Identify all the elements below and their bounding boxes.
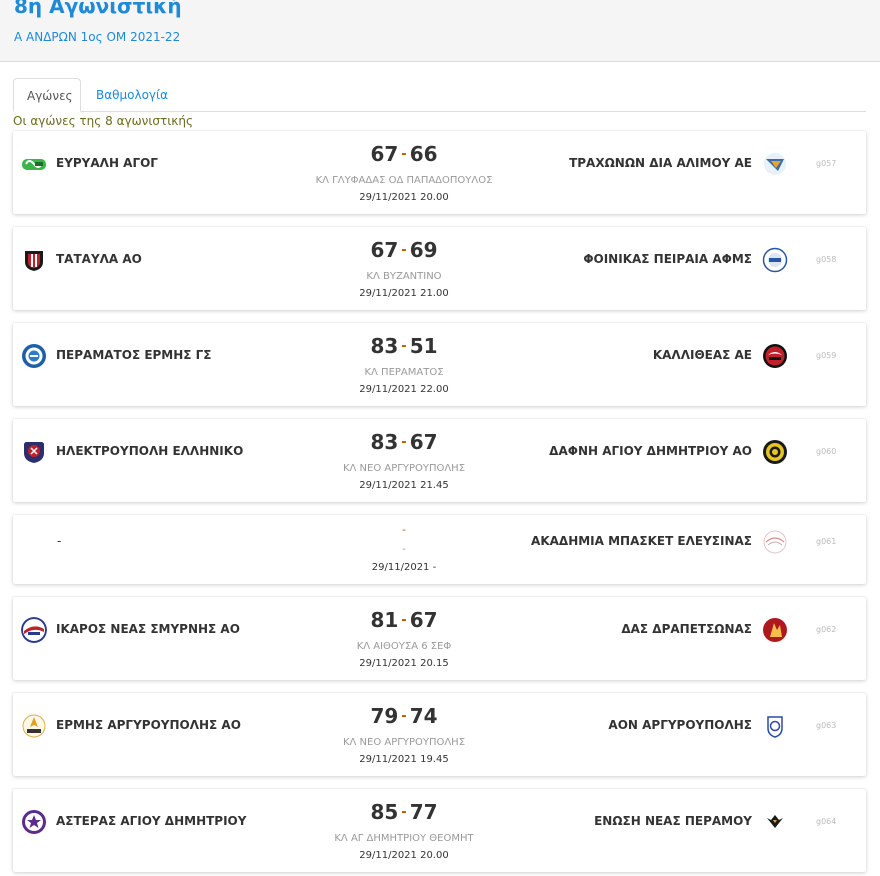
away-team-name[interactable]: ΦΟΙΝΙΚΑΣ ΠΕΙΡΑΙΑ ΑΦΜΣ	[583, 252, 752, 266]
score-separator: -	[401, 339, 407, 354]
away-score: 51	[409, 334, 438, 358]
away-team-name[interactable]: ΔΑΦΝΗ ΑΓΙΟΥ ΔΗΜΗΤΡΙΟΥ ΑΟ	[549, 444, 752, 458]
away-score: 67	[409, 430, 438, 454]
home-team-logo	[21, 713, 47, 739]
game-code: g059	[816, 351, 837, 360]
venue: ΚΛ ΝΕΟ ΑΡΓΥΡΟΥΠΟΛΗΣ	[342, 737, 466, 748]
venue: ΚΛ ΑΙΘΟΥΣΑ 6 ΣΕΦ	[356, 641, 452, 652]
home-team-logo	[21, 247, 47, 273]
home-team-logo	[21, 343, 47, 369]
away-score: 77	[409, 800, 438, 824]
home-team-logo	[21, 809, 47, 835]
game-datetime: 29/11/2021 21.00	[359, 288, 449, 299]
score: 83-67	[304, 430, 504, 454]
away-team-name[interactable]: ΔΑΣ ΔΡΑΠΕΤΣΩΝΑΣ	[621, 622, 752, 636]
away-team-name[interactable]: ΑΚΑΔΗΜΙΑ ΜΠΑΣΚΕΤ ΕΛΕΥΣΙΝΑΣ	[531, 534, 752, 548]
away-team-logo	[762, 247, 788, 273]
away-team-name[interactable]: ΚΑΛΛΙΘΕΑΣ ΑΕ	[653, 348, 752, 362]
score-separator: -	[401, 435, 407, 450]
game-card[interactable]: ΠΕΡΑΜΑΤΟΣ ΕΡΜΗΣ ΓΣ 83-51 ΚΛ ΠΕΡΑΜΑΤΟΣ 29/11…	[13, 323, 866, 406]
away-team-name[interactable]: ΕΝΩΣΗ ΝΕΑΣ ΠΕΡΑΜΟΥ	[594, 814, 752, 828]
home-team-name[interactable]: ΕΡΜΗΣ ΑΡΓΥΡΟΥΠΟΛΗΣ ΑΟ	[56, 718, 241, 732]
venue: ΚΛ ΠΕΡΑΜΑΤΟΣ	[364, 367, 444, 378]
score: 79-74	[304, 704, 504, 728]
away-score: 74	[409, 704, 438, 728]
game-datetime: 29/11/2021 22.00	[359, 384, 449, 395]
away-score: 67	[409, 608, 438, 632]
venue: ΚΛ ΓΛΥΦΑΔΑΣ ΟΔ ΠΑΠΑΔΟΠΟΥΛΟΣ	[315, 175, 493, 186]
home-team-name[interactable]: ΕΥΡΥΑΛΗ ΑΓΟΓ	[56, 156, 158, 170]
venue: ΚΛ ΝΕΟ ΑΡΓΥΡΟΥΠΟΛΗΣ	[342, 463, 466, 474]
game-datetime: 29/11/2021 20.15	[359, 658, 449, 669]
score-separator: -	[401, 243, 407, 258]
home-team-name[interactable]: ΠΕΡΑΜΑΤΟΣ ΕΡΜΗΣ ΓΣ	[56, 348, 212, 362]
games-list: ΕΥΡΥΑΛΗ ΑΓΟΓ 67-66 ΚΛ ΓΛΥΦΑΔΑΣ ΟΔ ΠΑΠΑΔΟΠΟ…	[0, 0, 880, 876]
home-team-name[interactable]: ΑΣΤΕΡΑΣ ΑΓΙΟΥ ΔΗΜΗΤΡΙΟΥ	[56, 814, 246, 828]
home-score: 85	[370, 800, 399, 824]
score: 67-69	[304, 238, 504, 262]
score-separator: -	[401, 709, 407, 724]
score-separator: -	[401, 613, 407, 628]
home-team-name[interactable]: ΗΛΕΚΤΡΟΥΠΟΛΗ ΕΛΛΗΝΙΚΟ	[56, 444, 243, 458]
game-datetime: 29/11/2021 21.45	[359, 480, 449, 491]
away-team-logo	[762, 713, 788, 739]
home-team-logo	[21, 439, 47, 465]
away-team-logo	[762, 343, 788, 369]
game-card[interactable]: ΙΚΑΡΟΣ ΝΕΑΣ ΣΜΥΡΝΗΣ ΑΟ 81-67 ΚΛ ΑΙΘΟΥΣΑ 6 …	[13, 597, 866, 680]
game-code: g064	[816, 817, 837, 826]
score: 83-51	[304, 334, 504, 358]
away-team-name[interactable]: ΤΡΑΧΩΝΩΝ ΔΙΑ ΑΛΙΜΟΥ ΑΕ	[569, 156, 752, 170]
home-team-name[interactable]: ΙΚΑΡΟΣ ΝΕΑΣ ΣΜΥΡΝΗΣ ΑΟ	[56, 622, 240, 636]
game-datetime: 29/11/2021 -	[371, 562, 437, 573]
away-score: 69	[409, 238, 438, 262]
game-card[interactable]: ΑΣΤΕΡΑΣ ΑΓΙΟΥ ΔΗΜΗΤΡΙΟΥ 85-77 ΚΛ ΑΓ ΔΗΜΗΤΡ…	[13, 789, 866, 872]
venue: -	[402, 544, 406, 555]
game-card[interactable]: - - - 29/11/2021 - ΑΚΑΔΗΜΙΑ ΜΠΑΣΚΕΤ ΕΛΕΥΣΙΝΑ…	[13, 515, 866, 584]
game-card[interactable]: ΤΑΤΑΥΛΑ ΑΟ 67-69 ΚΛ ΒΥΖΑΝΤΙΝΟ 29/11/2021 21…	[13, 227, 866, 310]
away-team-name[interactable]: ΑΟΝ ΑΡΓΥΡΟΥΠΟΛΗΣ	[608, 718, 752, 732]
game-datetime: 29/11/2021 20.00	[359, 192, 449, 203]
game-card[interactable]: ΕΥΡΥΑΛΗ ΑΓΟΓ 67-66 ΚΛ ΓΛΥΦΑΔΑΣ ΟΔ ΠΑΠΑΔΟΠΟ…	[13, 131, 866, 214]
home-team-name[interactable]: ΤΑΤΑΥΛΑ ΑΟ	[56, 252, 142, 266]
home-score: 79	[370, 704, 399, 728]
game-code: g063	[816, 721, 837, 730]
game-code: g057	[816, 159, 837, 168]
game-code: g060	[816, 447, 837, 456]
game-datetime: 29/11/2021 20.00	[359, 850, 449, 861]
game-code: g058	[816, 255, 837, 264]
away-team-logo	[762, 809, 788, 835]
score: -	[402, 523, 406, 536]
game-datetime: 29/11/2021 19.45	[359, 754, 449, 765]
score: 85-77	[304, 800, 504, 824]
home-team-logo	[21, 617, 47, 643]
home-score: 83	[370, 430, 399, 454]
away-score: 66	[409, 142, 438, 166]
score: 67-66	[304, 142, 504, 166]
home-score: 67	[370, 238, 399, 262]
score-separator: -	[401, 805, 407, 820]
game-card[interactable]: ΗΛΕΚΤΡΟΥΠΟΛΗ ΕΛΛΗΝΙΚΟ 83-67 ΚΛ ΝΕΟ ΑΡΓΥΡΟΥ…	[13, 419, 866, 502]
venue: ΚΛ ΑΓ ΔΗΜΗΤΡΙΟΥ ΘΕΟΜΗΤ	[334, 833, 474, 844]
away-team-logo	[762, 529, 788, 555]
game-code: g062	[816, 625, 837, 634]
home-score: 81	[370, 608, 399, 632]
home-team-name[interactable]: -	[57, 534, 61, 548]
score-separator: -	[401, 147, 407, 162]
game-card[interactable]: ΕΡΜΗΣ ΑΡΓΥΡΟΥΠΟΛΗΣ ΑΟ 79-74 ΚΛ ΝΕΟ ΑΡΓΥΡΟΥ…	[13, 693, 866, 776]
away-team-logo	[762, 617, 788, 643]
home-score: 67	[370, 142, 399, 166]
venue: ΚΛ ΒΥΖΑΝΤΙΝΟ	[366, 271, 442, 282]
home-team-logo	[21, 151, 47, 177]
home-score: 83	[370, 334, 399, 358]
game-code: g061	[816, 537, 837, 546]
away-team-logo	[762, 151, 788, 177]
score: 81-67	[304, 608, 504, 632]
away-team-logo	[762, 439, 788, 465]
